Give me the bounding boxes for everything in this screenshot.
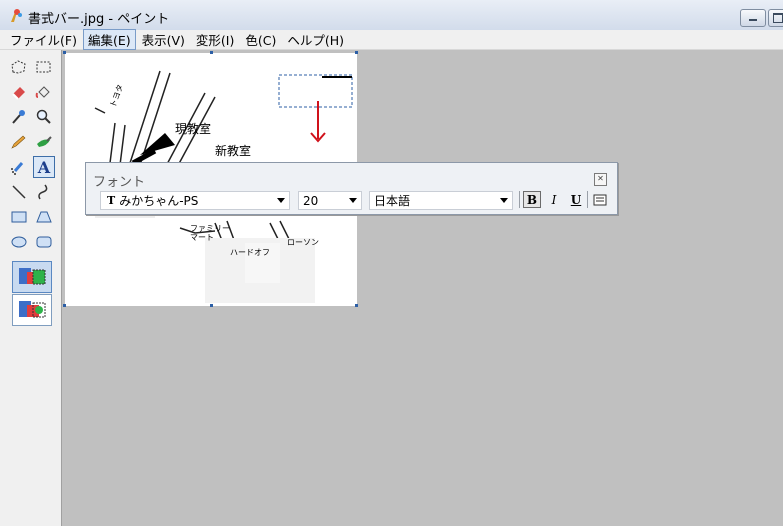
chevron-down-icon: [500, 198, 508, 203]
ellipse-icon[interactable]: [8, 231, 30, 253]
maximize-button[interactable]: [768, 9, 783, 27]
chevron-down-icon: [277, 198, 285, 203]
tool-box: A: [0, 50, 62, 526]
transparent-background-option[interactable]: [12, 294, 52, 326]
font-size-value: 20: [303, 193, 319, 208]
map-label-familymart-1: ファミリー: [190, 224, 230, 233]
curve-icon[interactable]: [33, 181, 55, 203]
brush-icon[interactable]: [33, 131, 55, 153]
script-select[interactable]: 日本語: [369, 191, 513, 210]
map-label-toyota: トヨタ: [108, 83, 125, 109]
font-name-select[interactable]: T みかちゃん-PS: [100, 191, 290, 210]
truetype-icon: T: [107, 194, 116, 207]
line-icon[interactable]: [8, 181, 30, 203]
paint-app-icon: [11, 9, 22, 22]
magnifier-icon[interactable]: [33, 106, 55, 128]
menu-bar: ファイル(F) 編集(E) 表示(V) 変形(I) 色(C) ヘルプ(H): [0, 29, 783, 50]
polygon-icon[interactable]: [33, 206, 55, 228]
canvas-resize-handle[interactable]: [63, 304, 66, 307]
toolbar-separator: [587, 191, 588, 208]
canvas-resize-handle[interactable]: [210, 304, 213, 307]
rect-select-icon[interactable]: [33, 56, 55, 78]
window-title: 書式バー.jpg - ペイント: [28, 12, 170, 27]
text-tool-icon[interactable]: A: [33, 156, 55, 178]
underline-button[interactable]: U: [567, 191, 585, 208]
bold-button[interactable]: B: [523, 191, 541, 208]
color-picker-icon[interactable]: [8, 106, 30, 128]
rounded-rectangle-icon[interactable]: [33, 231, 55, 253]
italic-button[interactable]: I: [545, 191, 563, 208]
canvas-resize-handle[interactable]: [210, 51, 213, 54]
free-form-select-icon[interactable]: [8, 56, 30, 78]
menu-help[interactable]: ヘルプ(H): [282, 29, 349, 50]
map-label-familymart-2: マート: [190, 233, 214, 242]
canvas-resize-handle[interactable]: [355, 304, 358, 307]
map-label-hardoff: ハードオフ: [230, 248, 270, 257]
toolbar-separator: [519, 191, 520, 208]
vertical-text-icon[interactable]: [591, 191, 609, 208]
menu-view[interactable]: 表示(V): [137, 29, 190, 50]
title-bar: 書式バー.jpg - ペイント: [0, 0, 783, 31]
font-toolbar: フォント ✕ T みかちゃん-PS 20 日本語 B I U: [85, 162, 618, 215]
font-toolbar-title: フォント: [93, 175, 146, 190]
font-toolbar-close-button[interactable]: ✕: [594, 173, 607, 186]
opaque-background-option[interactable]: [12, 261, 52, 293]
menu-image[interactable]: 変形(I): [191, 29, 239, 50]
canvas-resize-handle[interactable]: [355, 51, 358, 54]
minimize-button[interactable]: [740, 9, 766, 27]
menu-edit[interactable]: 編集(E): [82, 29, 136, 50]
font-name-value: みかちゃん-PS: [119, 194, 199, 208]
map-label-current-classroom: 現教室: [175, 121, 211, 136]
script-value: 日本語: [374, 194, 411, 208]
pencil-icon[interactable]: [8, 131, 30, 153]
menu-file[interactable]: ファイル(F): [5, 29, 82, 50]
canvas-resize-handle[interactable]: [63, 51, 66, 54]
font-size-select[interactable]: 20: [298, 191, 362, 210]
menu-colors[interactable]: 色(C): [240, 29, 281, 50]
fill-bucket-icon[interactable]: [33, 81, 55, 103]
map-label-lawson: ローソン: [287, 238, 319, 247]
window-controls: [740, 9, 783, 27]
airbrush-icon[interactable]: [8, 156, 30, 178]
map-label-new-classroom: 新教室: [215, 143, 251, 158]
eraser-icon[interactable]: [8, 81, 30, 103]
chevron-down-icon: [349, 198, 357, 203]
rectangle-icon[interactable]: [8, 206, 30, 228]
